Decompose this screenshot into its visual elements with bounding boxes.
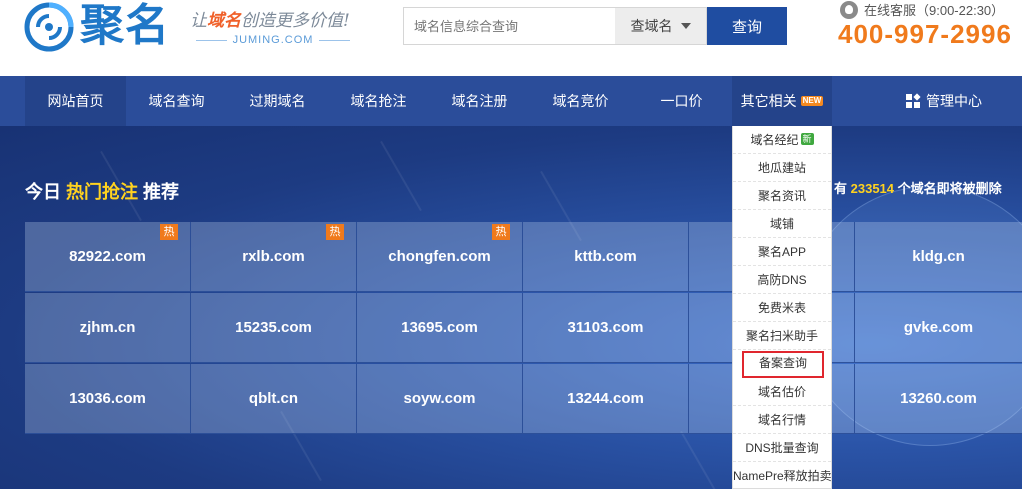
menu-item-domain-appraisal[interactable]: 域名估价 (733, 378, 831, 406)
domain-cell[interactable]: soyw.com (357, 364, 523, 434)
domain-cell[interactable]: 13244.com (523, 364, 689, 434)
deleting-prefix: 有 (834, 181, 848, 196)
domain-name: qblt.cn (248, 390, 299, 407)
divider (319, 39, 351, 41)
menu-item-site-builder[interactable]: 地瓜建站 (733, 154, 831, 182)
admin-center-link[interactable]: 管理中心 (906, 76, 982, 126)
search-bar: 查域名 查询 (403, 7, 787, 45)
nav-item-expired[interactable]: 过期域名 (227, 76, 328, 126)
domain-cell[interactable]: qblt.cn (191, 364, 357, 434)
title-prefix: 今日 (25, 182, 61, 202)
new-badge: NEW (800, 96, 824, 106)
domain-cell[interactable]: kttb.com (523, 222, 689, 292)
nav-item-others-label: 其它相关 (740, 93, 797, 109)
domain-cell[interactable]: gvke.com (855, 293, 1022, 363)
deleting-count: 233514 (850, 181, 895, 196)
slogan-suffix: 创造更多价值! (241, 11, 350, 31)
domain-name: kttb.com (574, 248, 637, 265)
domain-name: 13260.com (900, 390, 977, 407)
service-phone: 400-997-2996 (838, 19, 1012, 49)
menu-item-dns-batch-query[interactable]: DNS批量查询 (733, 434, 831, 462)
slogan-highlight: 域名 (207, 11, 241, 31)
domain-cell[interactable]: zjhm.cn (25, 293, 191, 363)
domain-name: 82922.com (69, 248, 146, 265)
domain-name: zjhm.cn (79, 319, 136, 336)
menu-item-news[interactable]: 聚名资讯 (733, 182, 831, 210)
domain-name: 13695.com (401, 319, 478, 336)
site-header: 聚名 让域名创造更多价值! JUMING.COM 查域名 查询 在线客服（9:0… (0, 0, 1022, 76)
domain-name: 13244.com (567, 390, 644, 407)
slogan: 让域名创造更多价值! (190, 6, 350, 31)
decorative-streak (680, 430, 722, 489)
nav-item-others[interactable]: 其它相关 NEW (732, 76, 832, 126)
nav-item-domain-query[interactable]: 域名查询 (126, 76, 227, 126)
title-suffix: 推荐 (143, 182, 180, 202)
domain-cell[interactable]: kldg.cn (855, 222, 1022, 292)
menu-item-domain-shop[interactable]: 域铺 (733, 210, 831, 238)
domain-name: 15235.com (235, 319, 312, 336)
domain-cell[interactable]: 13260.com (855, 364, 1022, 434)
hot-recommend-title: 今日 热门抢注 推荐 (25, 178, 179, 204)
brand-domain: JUMING.COM (196, 34, 351, 46)
logo-text[interactable]: 聚名 (80, 0, 170, 52)
service-label: 在线客服（9:00-22:30） (864, 3, 1005, 18)
hot-badge: 热 (492, 224, 510, 240)
new-tag: 新 (800, 133, 814, 145)
search-button[interactable]: 查询 (707, 7, 787, 45)
menu-item-dns-protection[interactable]: 高防DNS (733, 266, 831, 294)
menu-item-app[interactable]: 聚名APP (733, 238, 831, 266)
menu-item-free-domain-list[interactable]: 免费米表 (733, 294, 831, 322)
hot-badge: 热 (160, 224, 178, 240)
domain-cell[interactable]: 13695.com (357, 293, 523, 363)
menu-item-market-trends[interactable]: 域名行情 (733, 406, 831, 434)
menu-item-icp-lookup[interactable]: 备案查询 (742, 351, 824, 378)
slogan-prefix: 让 (190, 11, 207, 31)
domain-cell[interactable]: 82922.com 热 (25, 222, 191, 292)
search-input[interactable] (403, 7, 615, 45)
nav-item-home[interactable]: 网站首页 (25, 76, 126, 126)
nav-item-auction[interactable]: 域名竞价 (530, 76, 631, 126)
domain-name: gvke.com (903, 319, 974, 336)
online-service[interactable]: 在线客服（9:00-22:30） (840, 0, 1004, 19)
deleting-suffix: 个域名即将被删除 (897, 181, 1002, 196)
domain-name: soyw.com (403, 390, 476, 407)
decorative-streak (380, 140, 422, 212)
hero-section: 今日 热门抢注 推荐 有 233514 个域名即将被删除 82922.com 热… (0, 126, 1022, 489)
domain-cell[interactable]: 15235.com (191, 293, 357, 363)
title-highlight: 热门抢注 (66, 182, 139, 202)
menu-item-broker[interactable]: 域名经纪新 (733, 126, 831, 154)
grid-icon (906, 93, 921, 108)
menu-item-label: 域名经纪 (750, 133, 799, 147)
nav-item-backorder[interactable]: 域名抢注 (328, 76, 429, 126)
domain-name: 13036.com (69, 390, 146, 407)
domain-cell[interactable]: 13036.com (25, 364, 191, 434)
divider (196, 39, 227, 41)
brand-domain-text: JUMING.COM (232, 34, 314, 46)
search-type-value: 查域名 (630, 18, 673, 34)
search-type-select[interactable]: 查域名 (615, 7, 707, 45)
others-dropdown-menu: 域名经纪新 地瓜建站 聚名资讯 域铺 聚名APP 高防DNS 免费米表 聚名扫米… (732, 126, 832, 489)
headset-icon (840, 0, 858, 19)
domain-cell[interactable]: chongfen.com 热 (357, 222, 523, 292)
hot-badge: 热 (326, 224, 344, 240)
nav-item-fixed-price[interactable]: 一口价 (631, 76, 732, 126)
domain-cell[interactable]: 31103.com (523, 293, 689, 363)
deleting-count-text: 有 233514 个域名即将被删除 (834, 178, 1002, 197)
domain-name: 31103.com (567, 319, 644, 336)
admin-center-label: 管理中心 (926, 93, 982, 109)
domain-cell[interactable]: rxlb.com 热 (191, 222, 357, 292)
domain-name: kldg.cn (912, 248, 965, 265)
domain-name: rxlb.com (242, 248, 305, 265)
chevron-down-icon (680, 23, 691, 29)
domain-grid: 82922.com 热 rxlb.com 热 chongfen.com 热 kt… (25, 222, 1022, 434)
menu-item-namepre-auction[interactable]: NamePre释放拍卖 (733, 462, 832, 489)
menu-item-scan-assistant[interactable]: 聚名扫米助手 (733, 322, 831, 350)
main-nav: 网站首页 域名查询 过期域名 域名抢注 域名注册 域名竞价 一口价 其它相关 NE… (0, 76, 1022, 126)
nav-item-register[interactable]: 域名注册 (429, 76, 530, 126)
juming-logo-icon[interactable] (24, 2, 74, 52)
domain-name: chongfen.com (388, 248, 491, 265)
